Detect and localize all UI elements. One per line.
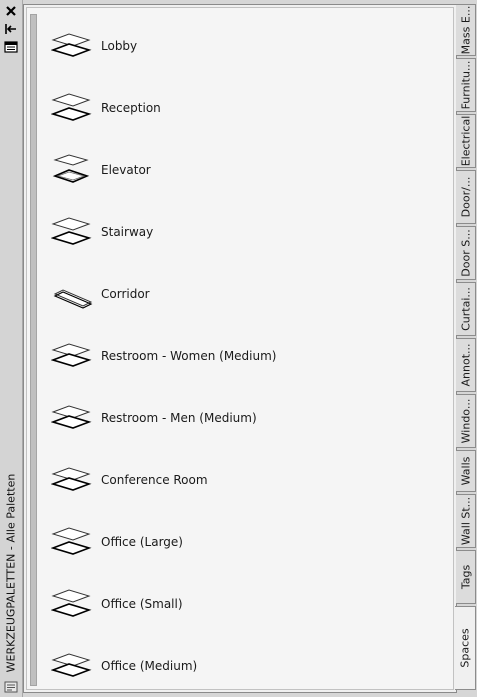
space-icon <box>51 343 92 367</box>
tool-label: Stairway <box>101 225 154 239</box>
tab-label: Wall St... <box>459 496 472 546</box>
tab-item[interactable]: Curtai... <box>456 282 476 336</box>
tool-item[interactable]: Restroom - Men (Medium) <box>51 394 391 442</box>
tool-item[interactable]: Office (Medium) <box>51 642 391 690</box>
tab-label: Door/... <box>459 176 472 218</box>
tab-label: Door S... <box>459 229 472 277</box>
palette-title: WERKZEUGPALETTEN - Alle Paletten <box>3 473 19 672</box>
tool-item[interactable]: Office (Small) <box>51 580 391 628</box>
tool-label: Corridor <box>101 287 150 301</box>
tool-item[interactable]: Stairway <box>51 208 391 256</box>
tab-label: Furnitu... <box>459 60 472 110</box>
palette-menu-icon[interactable] <box>4 678 18 693</box>
tab-item[interactable]: Electrical <box>456 114 476 168</box>
tab-label: Tags <box>459 564 472 590</box>
tool-label: Restroom - Men (Medium) <box>101 411 257 425</box>
tab-label: Spaces <box>458 628 472 668</box>
space-icon <box>52 154 90 183</box>
tab-item[interactable]: Tags <box>456 550 476 604</box>
tool-label: Office (Medium) <box>101 659 198 673</box>
tab-item[interactable]: Door S... <box>456 226 476 280</box>
tab-item[interactable]: Walls <box>456 450 476 492</box>
space-icon <box>51 217 92 245</box>
tab-item[interactable]: Spaces <box>455 606 476 690</box>
tool-item[interactable]: Corridor <box>51 270 391 318</box>
palette-title-strip[interactable]: WERKZEUGPALETTEN - Alle Paletten <box>0 0 23 697</box>
tab-label: Windo... <box>459 398 472 444</box>
tool-item[interactable]: Elevator <box>51 146 391 194</box>
palette-tabs: Mass E... Furnitu... Electrical Door/... Doo… <box>455 4 477 694</box>
tab-label: Mass E... <box>459 5 472 55</box>
tool-label: Reception <box>101 101 161 115</box>
tool-label: Office (Small) <box>101 597 183 611</box>
tab-item[interactable]: Mass E... <box>456 4 476 56</box>
tool-item[interactable]: Lobby <box>51 22 391 70</box>
tool-label: Office (Large) <box>101 535 183 549</box>
tab-label: Walls <box>459 456 472 486</box>
tab-item[interactable]: Windo... <box>456 394 476 448</box>
space-icon <box>53 289 93 309</box>
properties-icon[interactable] <box>3 40 19 54</box>
tool-item[interactable]: Conference Room <box>51 456 391 504</box>
tool-label: Conference Room <box>101 473 208 487</box>
tab-item[interactable]: Furnitu... <box>456 58 476 112</box>
tool-item[interactable]: Reception <box>51 84 391 132</box>
tool-label: Restroom - Women (Medium) <box>101 349 277 363</box>
tool-label: Lobby <box>101 39 138 53</box>
tool-palette: Lobby Reception Elevator Stairway Corrid… <box>23 4 457 693</box>
tool-label: Elevator <box>101 163 151 177</box>
space-icon <box>51 467 92 491</box>
autohide-icon[interactable] <box>3 22 19 36</box>
space-icon <box>51 93 92 121</box>
palette-title-text: WERKZEUGPALETTEN - Alle Paletten <box>4 473 18 672</box>
tab-label: Electrical <box>459 115 472 167</box>
space-icon <box>51 405 92 429</box>
tool-item[interactable]: Office (Large) <box>51 518 391 566</box>
palette-content: Lobby Reception Elevator Stairway Corrid… <box>26 7 454 690</box>
vertical-scrollbar[interactable] <box>30 14 37 686</box>
tab-item[interactable]: Annot... <box>456 338 476 392</box>
space-icon <box>51 527 92 555</box>
space-icon <box>51 653 92 677</box>
space-icon <box>51 589 92 617</box>
close-icon[interactable] <box>3 4 19 18</box>
tool-item[interactable]: Restroom - Women (Medium) <box>51 332 391 380</box>
tab-item[interactable]: Wall St... <box>456 494 476 548</box>
tab-label: Curtai... <box>459 287 472 331</box>
tab-label: Annot... <box>459 343 472 387</box>
tab-item[interactable]: Door/... <box>456 170 476 224</box>
space-icon <box>51 33 92 57</box>
